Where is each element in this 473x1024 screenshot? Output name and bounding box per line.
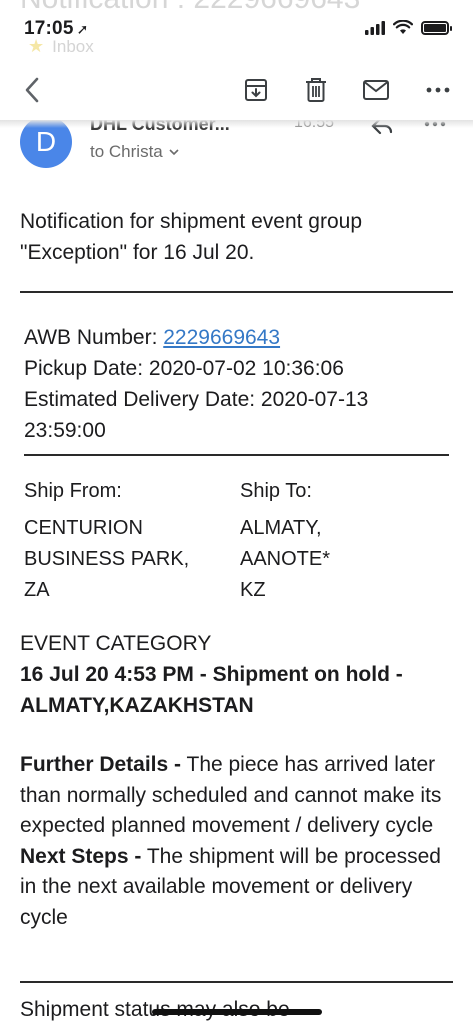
details-section: Further Details - The piece has arrived …	[20, 750, 456, 933]
battery-icon	[421, 20, 452, 35]
ship-to: Ship To: ALMATY, AANOTE* KZ	[240, 476, 330, 606]
event-section: EVENT CATEGORY 16 Jul 20 4:53 PM - Shipm…	[20, 628, 456, 721]
mark-unread-button[interactable]	[360, 74, 392, 106]
recipient-toggle[interactable]: to Christa	[90, 142, 179, 162]
message-header: D DHL Customer... 16:55 to Christa	[0, 120, 473, 190]
awb-line: AWB Number: 2229669643	[24, 322, 449, 353]
estimated-delivery-date: Estimated Delivery Date: 2020-07-13 23:5…	[24, 388, 369, 442]
intro-block: Notification for shipment event group "E…	[20, 206, 453, 268]
divider	[20, 291, 453, 293]
status-bar: 17:05 ➚	[0, 0, 473, 60]
more-options-button[interactable]	[422, 74, 454, 106]
ship-from: Ship From: CENTURION BUSINESS PARK, ZA	[24, 476, 189, 606]
next-steps: Next Steps - The shipment will be proces…	[20, 842, 456, 934]
archive-button[interactable]	[240, 74, 272, 106]
more-horizontal-icon	[426, 87, 450, 93]
awb-number-link[interactable]: 2229669643	[163, 326, 280, 349]
home-indicator[interactable]	[152, 1009, 322, 1015]
ship-from-line: BUSINESS PARK,	[24, 548, 190, 570]
ship-to-line: ALMATY,	[240, 517, 322, 539]
signal-icon	[365, 20, 385, 35]
back-button[interactable]	[14, 72, 50, 108]
ship-from-label: Ship From:	[24, 480, 122, 502]
next-label: Next Steps -	[20, 844, 142, 868]
mail-icon	[363, 80, 389, 100]
further-label: Further Details -	[20, 753, 182, 776]
delete-button[interactable]	[300, 74, 332, 106]
ship-to-label: Ship To:	[240, 480, 312, 502]
intro-text: Notification for shipment event group "E…	[20, 210, 363, 264]
divider	[20, 981, 453, 983]
chevron-left-icon	[25, 77, 39, 103]
status-icons	[365, 20, 452, 35]
event-line: 16 Jul 20 4:53 PM - Shipment on hold - A…	[20, 663, 403, 717]
divider	[24, 454, 449, 456]
ship-from-line: ZA	[24, 579, 50, 601]
toolbar	[0, 62, 473, 120]
chevron-down-icon	[169, 148, 179, 155]
ship-to-line: KZ	[240, 579, 266, 601]
pickup-date: Pickup Date: 2020-07-02 10:36:06	[24, 357, 344, 380]
further-details: Further Details - The piece has arrived …	[20, 750, 456, 842]
ship-from-line: CENTURION	[24, 517, 143, 539]
ship-to-line: AANOTE*	[240, 548, 331, 570]
archive-icon	[245, 79, 267, 101]
status-time-text: 17:05	[24, 18, 74, 39]
awb-label: AWB Number:	[24, 326, 164, 349]
trash-icon	[306, 78, 326, 102]
wifi-icon	[393, 20, 413, 34]
recipient-text: to Christa	[90, 142, 163, 161]
status-time: 17:05 ➚	[24, 18, 89, 40]
shipment-summary: AWB Number: 2229669643 Pickup Date: 2020…	[24, 322, 449, 446]
event-category-label: EVENT CATEGORY	[20, 632, 212, 655]
location-icon: ➚	[76, 21, 89, 37]
